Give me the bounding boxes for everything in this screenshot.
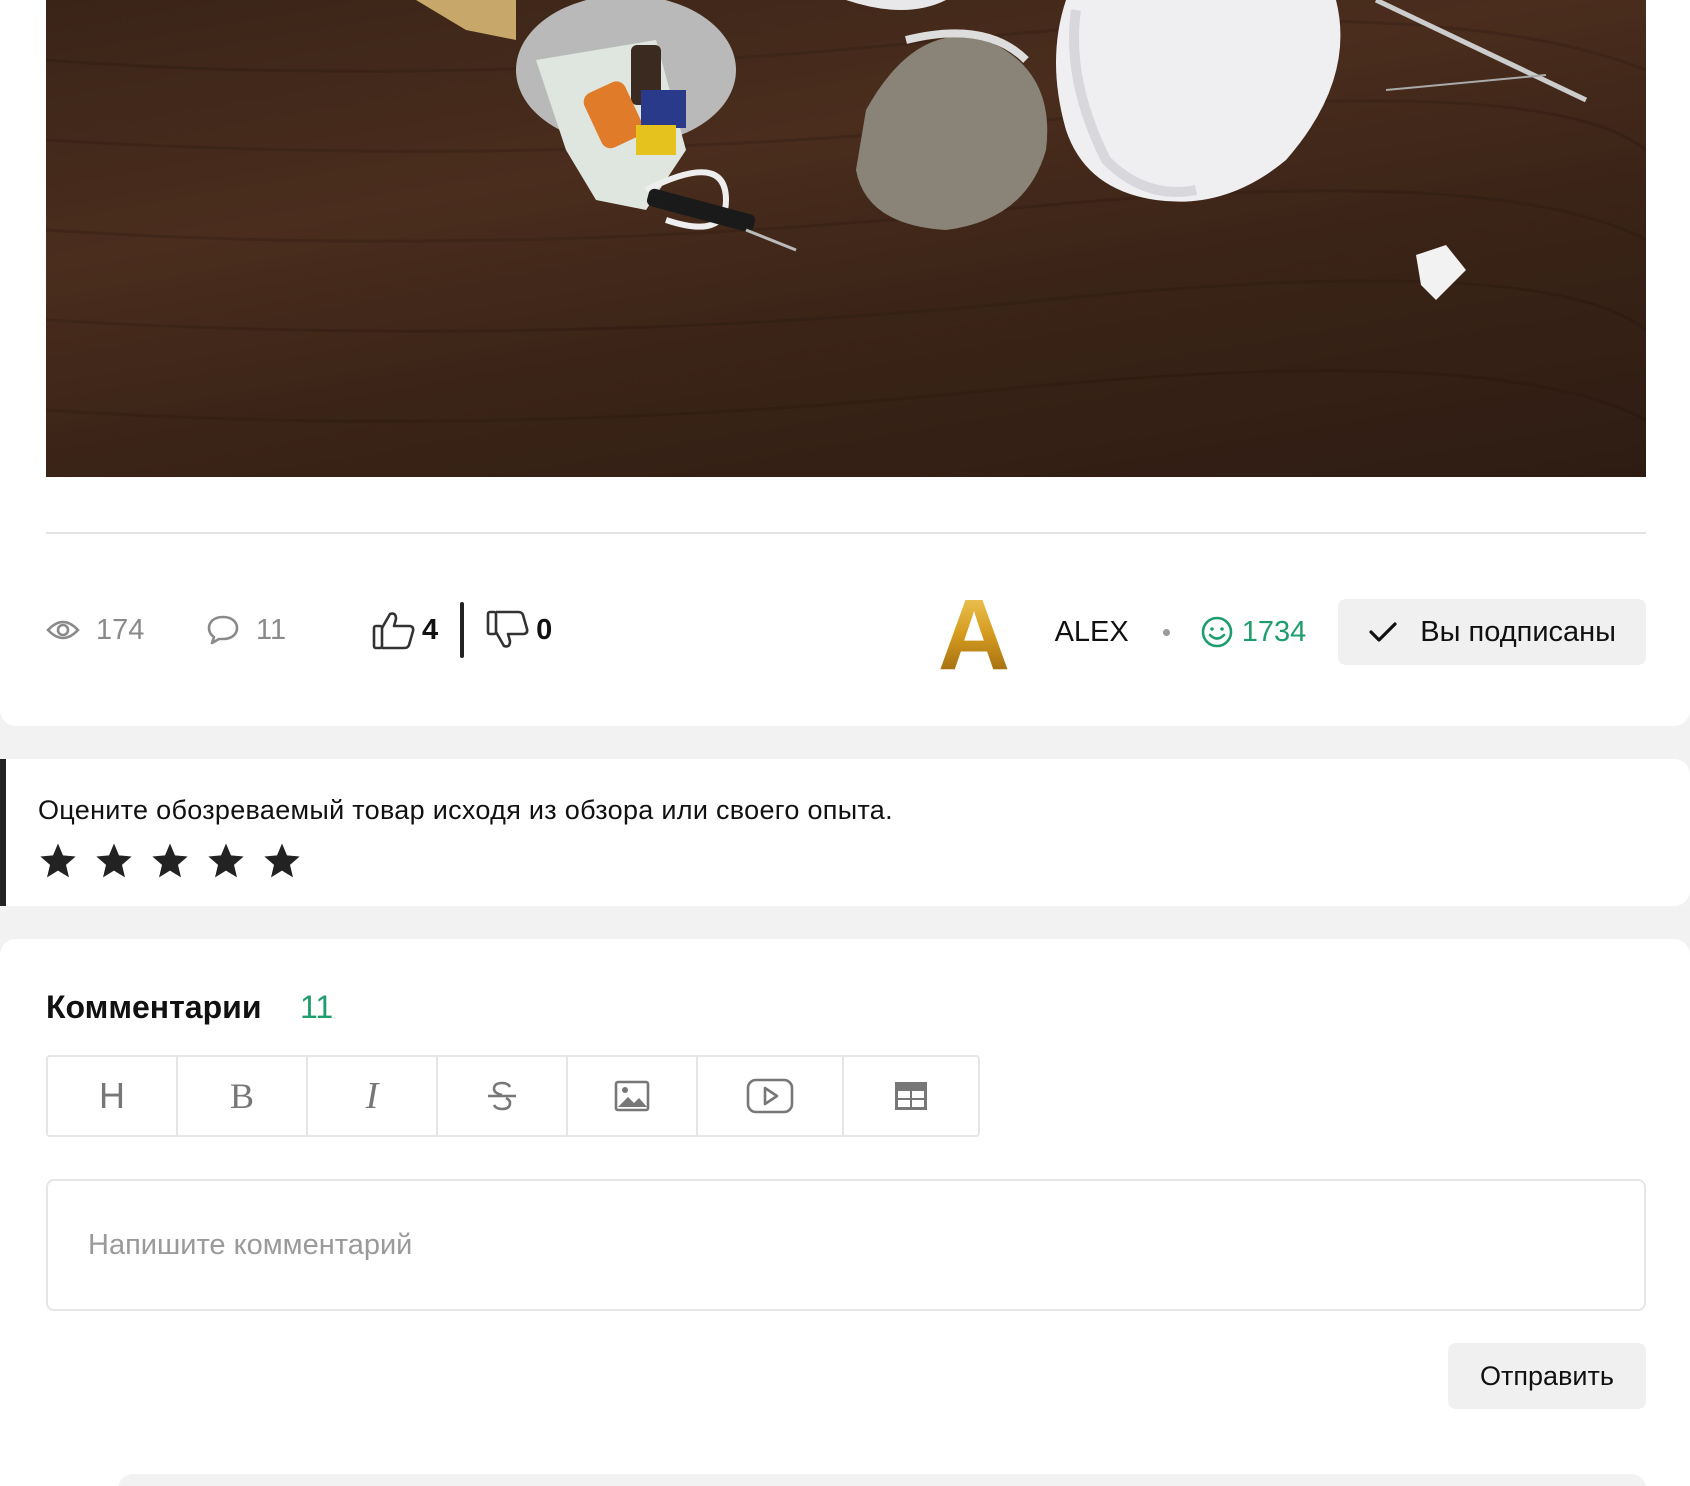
views-stat: 174: [46, 614, 144, 647]
table-icon: [895, 1082, 927, 1110]
separator-dot: [1162, 628, 1170, 636]
comments-stat[interactable]: 11: [206, 614, 286, 647]
eye-icon: [46, 620, 80, 640]
photo-illustration: [46, 0, 1646, 423]
star-1-icon[interactable]: [38, 841, 78, 881]
italic-label: I: [365, 1075, 379, 1117]
italic-button[interactable]: I: [308, 1057, 438, 1135]
strikethrough-button[interactable]: [438, 1057, 568, 1135]
comments-section: Комментарии 11 H B I Напишите комментари…: [0, 939, 1690, 1486]
subscribe-button[interactable]: Вы подписаны: [1338, 599, 1646, 665]
video-button[interactable]: [698, 1057, 844, 1135]
comments-total: 11: [300, 989, 334, 1025]
star-3-icon[interactable]: [150, 841, 190, 881]
author-avatar[interactable]: A: [935, 589, 1013, 675]
votes: 4 0: [372, 602, 552, 658]
image-button[interactable]: [568, 1057, 698, 1135]
comments-title: Комментарии: [46, 989, 262, 1025]
comments-count: 11: [256, 613, 287, 646]
subscribe-label: Вы подписаны: [1420, 615, 1616, 648]
next-comment-card: [118, 1474, 1646, 1486]
rating-prompt: Оцените обозреваемый товар исходя из обз…: [38, 795, 893, 825]
author-name[interactable]: ALEX: [1055, 616, 1129, 649]
star-2-icon[interactable]: [94, 841, 134, 881]
divider: [46, 532, 1646, 534]
karma-value: 1734: [1241, 615, 1307, 648]
video-play-icon: [746, 1078, 794, 1114]
bold-label: B: [229, 1076, 254, 1116]
votes-separator: [460, 602, 465, 658]
smile-icon: [1201, 616, 1233, 648]
heading-button[interactable]: H: [48, 1057, 178, 1135]
check-icon: [1369, 622, 1397, 642]
star-5-icon[interactable]: [262, 841, 302, 881]
rating-stars: [38, 841, 318, 881]
post-card: 174 11 4 0 A ALEX 1734 Вы подписаны: [0, 0, 1690, 726]
post-photo[interactable]: [46, 0, 1646, 477]
author-karma: 1734: [1200, 615, 1307, 649]
strikethrough-icon: [488, 1081, 516, 1111]
comment-bubble-icon: [207, 615, 239, 645]
send-button[interactable]: Отправить: [1448, 1343, 1646, 1409]
heading-label: H: [99, 1075, 125, 1116]
thumbs-down-icon[interactable]: [486, 610, 530, 650]
rating-card: Оцените обозреваемый товар исходя из обз…: [0, 759, 1690, 906]
avatar-letter: A: [937, 589, 1009, 675]
thumbs-up-icon[interactable]: [372, 610, 416, 650]
comment-input[interactable]: [46, 1179, 1646, 1311]
bold-button[interactable]: B: [178, 1057, 308, 1135]
editor-toolbar: H B I: [46, 1055, 980, 1137]
table-button[interactable]: [844, 1057, 978, 1135]
views-count: 174: [96, 613, 145, 646]
image-icon: [614, 1080, 650, 1112]
author-block: A ALEX 1734 Вы подписаны: [935, 589, 1646, 675]
star-4-icon[interactable]: [206, 841, 246, 881]
dislikes-count: 0: [536, 613, 553, 646]
likes-count: 4: [422, 613, 439, 646]
